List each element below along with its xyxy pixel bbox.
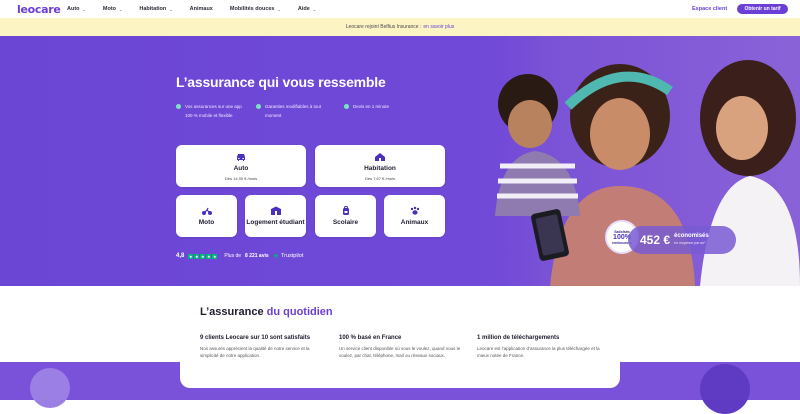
nav-menu: Auto ⌄ Moto ⌄ Habitation ⌄ Animaux Mobilité… — [67, 6, 333, 12]
star-icon: ★ — [206, 253, 212, 259]
product-card-auto[interactable]: Auto Dès 14,90 € /mois — [176, 145, 306, 187]
chevron-down-icon: ⌄ — [169, 6, 173, 12]
check-dot-icon — [176, 104, 181, 109]
decor-circle — [700, 364, 750, 414]
bullet-text: Garanties modifiables à tout moment — [265, 104, 322, 118]
chevron-down-icon: ⌄ — [312, 6, 317, 12]
banner-link[interactable]: en savoir plus — [423, 24, 454, 30]
trustpilot-rating[interactable]: 4,8 ★ ★ ★ ★ ★ Plus de 8 221 avis ★ Trustp… — [176, 252, 303, 260]
section-title-main: L’assurance — [200, 306, 264, 318]
trustpilot-star-icon: ★ — [272, 253, 279, 260]
feature-heading: 9 clients Leocare sur 10 sont satisfaits — [200, 335, 311, 341]
star-icon: ★ — [200, 253, 206, 259]
nav-item-habitation[interactable]: Habitation ⌄ — [139, 6, 172, 12]
bullet-item: Devis en 1 minute — [344, 102, 404, 120]
feature-column: 9 clients Leocare sur 10 sont satisfaits… — [200, 335, 325, 359]
section-title: L’assurance du quotidien — [200, 306, 333, 318]
backpack-icon — [342, 205, 349, 215]
savings-label-group: économisés en moyenne par an* — [674, 233, 709, 247]
nav-item-label: Auto — [67, 6, 80, 12]
feature-heading: 100 % basé en France — [339, 335, 402, 341]
feature-text: Leocare est l’application d’assurance la… — [477, 346, 600, 358]
bullet-item: Garanties modifiables à tout moment — [256, 102, 334, 120]
decor-circle — [30, 368, 70, 408]
nav-item-label: Aide — [297, 6, 310, 12]
product-card-habitation[interactable]: Habitation Dès 7,67 € /mois — [315, 145, 445, 187]
bullet-item: Vos assurances sur une app 100 % mobile … — [176, 102, 246, 120]
chevron-down-icon: ⌄ — [119, 6, 123, 12]
espace-client-link[interactable]: Espace client — [692, 6, 727, 12]
savings-label: économisés — [674, 233, 709, 239]
nav-item-moto[interactable]: Moto ⌄ — [103, 6, 123, 12]
card-title: Logement étudiant — [246, 218, 305, 226]
rating-stars: ★ ★ ★ ★ ★ — [188, 253, 218, 259]
star-icon: ★ — [194, 253, 200, 259]
top-navbar: leocare Auto ⌄ Moto ⌄ Habitation ⌄ Animaux … — [0, 0, 800, 18]
trustpilot-logo: ★ Trustpilot — [273, 252, 304, 260]
paw-icon — [410, 206, 419, 215]
nav-item-label: Mobilités douces — [229, 6, 275, 12]
card-title: Auto — [233, 164, 249, 172]
card-title: Scolaire — [332, 218, 359, 226]
feature-column: 1 million de téléchargements Leocare est… — [477, 335, 602, 359]
savings-sub: en moyenne par an* — [674, 241, 706, 245]
check-dot-icon — [256, 104, 261, 109]
house-icon — [375, 152, 385, 161]
feature-column: 100 % basé en France Un service client d… — [339, 335, 464, 359]
nav-item-label: Habitation — [139, 6, 167, 12]
star-icon: ★ — [212, 253, 218, 259]
bullet-text: Vos assurances sur une app 100 % mobile … — [185, 104, 242, 118]
nav-item-auto[interactable]: Auto ⌄ — [67, 6, 86, 12]
hero-title: L’assurance qui vous ressemble — [176, 74, 386, 90]
card-price: Dès 7,67 € /mois — [364, 175, 395, 181]
star-icon: ★ — [188, 253, 194, 259]
check-dot-icon — [344, 104, 349, 109]
nav-item-label: Animaux — [189, 6, 213, 12]
nav-item-mobilites[interactable]: Mobilités douces ⌄ — [230, 6, 281, 12]
get-quote-button[interactable]: Obtenir un tarif — [737, 4, 788, 14]
trustpilot-label: Trustpilot — [280, 253, 304, 259]
student-housing-icon — [270, 206, 281, 215]
chevron-down-icon: ⌄ — [277, 6, 281, 12]
section-title-accent: du quotidien — [266, 306, 333, 318]
feature-heading: 1 million de téléchargements — [477, 335, 560, 341]
car-icon — [237, 153, 245, 161]
announcement-banner: Leocare rejoint Belfius Insurance : en s… — [0, 18, 800, 36]
nav-item-animaux[interactable]: Animaux — [190, 6, 213, 12]
savings-amount: 452 € — [640, 233, 671, 247]
hero-section: L’assurance qui vous ressemble Vos assur… — [0, 36, 800, 286]
feature-text: Nos assurés apprécient la qualité de not… — [200, 346, 310, 358]
product-card-moto[interactable]: Moto — [176, 195, 237, 237]
product-card-animaux[interactable]: Animaux — [384, 195, 445, 237]
reviews-count: 8 221 avis — [245, 253, 269, 259]
hero-bullets: Vos assurances sur une app 100 % mobile … — [176, 102, 404, 120]
card-price: Dès 14,90 € /mois — [224, 175, 258, 181]
nav-item-label: Moto — [102, 6, 117, 12]
chevron-down-icon: ⌄ — [82, 6, 86, 12]
product-card-logement[interactable]: Logement étudiant — [245, 195, 306, 237]
motorbike-icon — [201, 207, 212, 215]
nav-item-aide[interactable]: Aide ⌄ — [298, 6, 316, 12]
rating-score: 4,8 — [176, 253, 185, 259]
banner-text: Leocare rejoint Belfius Insurance : — [345, 24, 422, 30]
card-title: Moto — [198, 218, 215, 226]
product-card-scolaire[interactable]: Scolaire — [315, 195, 376, 237]
reviews-prefix: Plus de — [224, 253, 242, 259]
leocare-logo[interactable]: leocare — [17, 3, 61, 16]
card-title: Animaux — [400, 218, 429, 226]
feature-text: Un service client disponible où vous le … — [339, 346, 461, 358]
savings-pill: 452 € économisés en moyenne par an* — [628, 226, 736, 254]
bullet-text: Devis en 1 minute — [353, 104, 390, 109]
card-title: Habitation — [364, 164, 396, 172]
